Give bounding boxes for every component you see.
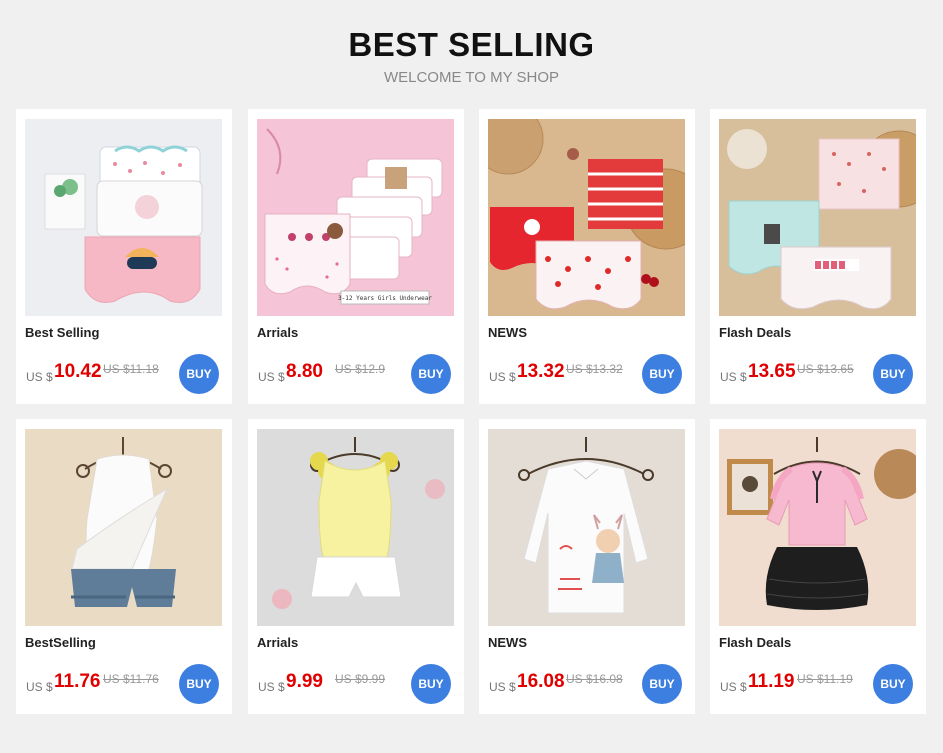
product-name[interactable]: NEWS xyxy=(488,325,527,340)
buy-button[interactable]: BUY xyxy=(642,354,682,394)
product-image[interactable] xyxy=(719,119,916,316)
buy-button[interactable]: BUY xyxy=(179,354,219,394)
product-image[interactable] xyxy=(25,119,222,316)
product-original-price: US $16.08 xyxy=(566,672,623,686)
product-original-price: US $11.19 xyxy=(797,672,853,686)
buy-button[interactable]: BUY xyxy=(873,354,913,394)
product-price: 10.42 xyxy=(54,361,102,382)
image-caption: 3-12 Years Girls Underwear xyxy=(338,295,432,302)
product-card[interactable]: Flash Deals US $ 13.65 US $13.65 BUY xyxy=(710,109,926,404)
product-price: 16.08 xyxy=(517,671,565,692)
product-original-price: US $13.32 xyxy=(566,362,623,376)
product-price: 11.76 xyxy=(54,671,101,692)
currency-label: US $ xyxy=(26,680,53,694)
currency-label: US $ xyxy=(489,370,516,384)
product-image[interactable] xyxy=(488,119,685,316)
product-name[interactable]: BestSelling xyxy=(25,635,96,650)
product-original-price: US $13.65 xyxy=(797,362,854,376)
product-card[interactable]: Flash Deals US $ 11.19 US $11.19 BUY xyxy=(710,419,926,714)
currency-label: US $ xyxy=(26,370,53,384)
product-image[interactable] xyxy=(719,429,916,626)
product-card[interactable]: BestSelling US $ 11.76 US $11.76 BUY xyxy=(16,419,232,714)
product-card[interactable]: 3-12 Years Girls Underwear Arrials US $ … xyxy=(248,109,464,404)
product-name[interactable]: Flash Deals xyxy=(719,635,791,650)
currency-label: US $ xyxy=(720,680,747,694)
product-grid: Best Selling US $ 10.42 US $11.18 BUY 3-… xyxy=(0,0,943,753)
product-original-price: US $9.99 xyxy=(335,672,386,686)
product-price: 8.80 xyxy=(286,361,323,382)
product-price: 9.99 xyxy=(286,671,323,692)
currency-label: US $ xyxy=(258,680,285,694)
product-name[interactable]: Flash Deals xyxy=(719,325,791,340)
product-card[interactable]: Arrials US $ 9.99 US $9.99 BUY xyxy=(248,419,464,714)
product-price: 11.19 xyxy=(748,671,795,692)
product-card[interactable]: NEWS US $ 16.08 US $16.08 BUY xyxy=(479,419,695,714)
product-original-price: US $11.18 xyxy=(103,362,159,376)
product-name[interactable]: Arrials xyxy=(257,635,298,650)
product-card[interactable]: NEWS US $ 13.32 US $13.32 BUY xyxy=(479,109,695,404)
product-image[interactable] xyxy=(257,429,454,626)
currency-label: US $ xyxy=(258,370,285,384)
currency-label: US $ xyxy=(720,370,747,384)
product-price: 13.32 xyxy=(517,361,565,382)
product-original-price: US $11.76 xyxy=(103,672,159,686)
buy-button[interactable]: BUY xyxy=(642,664,682,704)
product-name[interactable]: Best Selling xyxy=(25,325,99,340)
product-image[interactable]: 3-12 Years Girls Underwear xyxy=(257,119,454,316)
currency-label: US $ xyxy=(489,680,516,694)
product-name[interactable]: Arrials xyxy=(257,325,298,340)
product-original-price: US $12.9 xyxy=(335,362,386,376)
buy-button[interactable]: BUY xyxy=(411,664,451,704)
product-image[interactable] xyxy=(25,429,222,626)
product-image[interactable] xyxy=(488,429,685,626)
buy-button[interactable]: BUY xyxy=(411,354,451,394)
product-name[interactable]: NEWS xyxy=(488,635,527,650)
product-price: 13.65 xyxy=(748,361,796,382)
product-card[interactable]: Best Selling US $ 10.42 US $11.18 BUY xyxy=(16,109,232,404)
buy-button[interactable]: BUY xyxy=(873,664,913,704)
buy-button[interactable]: BUY xyxy=(179,664,219,704)
